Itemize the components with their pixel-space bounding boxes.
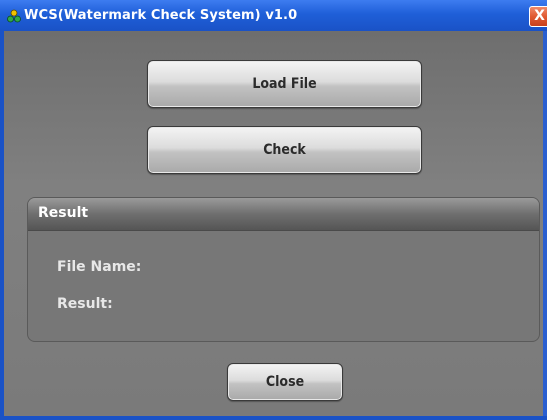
app-icon (7, 9, 21, 23)
file-name-label: File Name: (57, 259, 142, 275)
window-frame-bottom (0, 416, 547, 420)
result-panel-title: Result (38, 205, 89, 221)
window-close-button[interactable]: X (529, 6, 547, 27)
result-label: Result: (57, 296, 113, 312)
close-button[interactable]: Close (227, 363, 343, 401)
window-title: WCS(Watermark Check System) v1.0 (24, 8, 298, 23)
load-file-button[interactable]: Load File (147, 60, 422, 108)
result-panel-header: Result (28, 198, 539, 231)
check-button[interactable]: Check (147, 126, 422, 174)
title-bar[interactable]: WCS(Watermark Check System) v1.0 X (0, 0, 547, 31)
result-panel: Result File Name: Result: (27, 197, 540, 342)
